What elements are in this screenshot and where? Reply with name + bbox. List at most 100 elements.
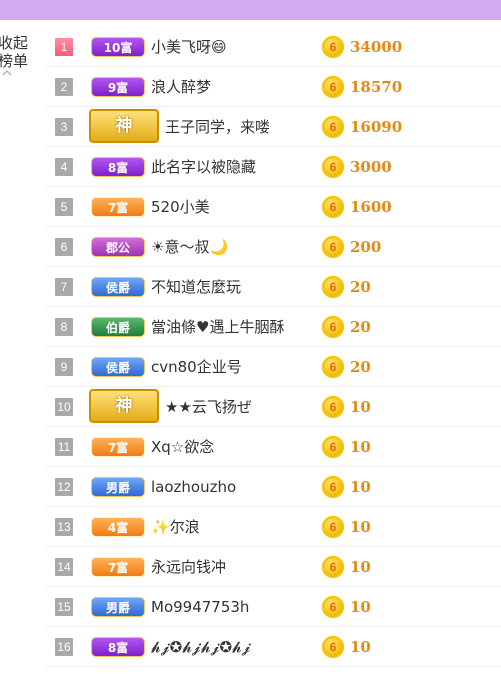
coin-amount: 10	[350, 398, 371, 416]
level-badge: 4富	[91, 517, 145, 537]
coin-amount: 10	[350, 598, 371, 616]
rank-number: 14	[55, 558, 73, 576]
ranking-row[interactable]: 6 郡公 ☀意～叔🌙 6 200	[45, 227, 501, 267]
ranking-row[interactable]: 8 伯爵 當油條♥遇上牛胭酥 6 20	[45, 307, 501, 347]
user-name[interactable]: Xq☆欲念	[151, 437, 214, 457]
coin-amount: 10	[350, 558, 371, 576]
ranking-row[interactable]: 15 男爵 Mo9947753h 6 10	[45, 587, 501, 627]
rank-number: 1	[55, 38, 73, 56]
rank-number: 8	[55, 318, 73, 336]
gold-coin-icon: 6	[322, 156, 344, 178]
gold-coin-icon: 6	[322, 236, 344, 258]
user-name[interactable]: ✨尔浪	[151, 517, 200, 537]
level-badge: 8富	[91, 637, 145, 657]
gold-coin-icon: 6	[322, 636, 344, 658]
collapse-label-line2: 榜单	[0, 52, 29, 70]
rank-number: 16	[55, 638, 73, 656]
ranking-row[interactable]: 14 7富 永远向钱冲 6 10	[45, 547, 501, 587]
coin-amount: 20	[350, 318, 371, 336]
user-name[interactable]: 永远向钱冲	[151, 557, 226, 577]
ranking-row[interactable]: 10 神 ★★云飞扬ぜ 6 10	[45, 387, 501, 427]
gold-coin-icon: 6	[322, 516, 344, 538]
level-badge: 侯爵	[91, 277, 145, 297]
coin-amount: 10	[350, 478, 371, 496]
ranking-row[interactable]: 13 4富 ✨尔浪 6 10	[45, 507, 501, 547]
user-name[interactable]: 當油條♥遇上牛胭酥	[151, 317, 284, 337]
gold-coin-icon: 6	[322, 356, 344, 378]
ranking-row[interactable]: 7 侯爵 不知道怎麼玩 6 20	[45, 267, 501, 307]
coin-amount: 3000	[350, 158, 392, 176]
coin-amount: 200	[350, 238, 382, 256]
level-badge: 7富	[91, 557, 145, 577]
rank-number: 15	[55, 598, 73, 616]
level-badge: 郡公	[91, 237, 145, 257]
coin-amount: 1600	[350, 198, 392, 216]
level-badge: 神	[89, 109, 159, 143]
rank-number: 2	[55, 78, 73, 96]
top-accent-bar	[0, 0, 501, 20]
gold-coin-icon: 6	[322, 556, 344, 578]
level-badge: 男爵	[91, 477, 145, 497]
rank-number: 13	[55, 518, 73, 536]
user-name[interactable]: cvn80企业号	[151, 357, 242, 377]
gold-coin-icon: 6	[322, 596, 344, 618]
user-name[interactable]: 𝓱𝓳✪𝓱𝓳𝓱𝓳✪𝓱𝓳	[151, 637, 251, 657]
rank-number: 5	[55, 198, 73, 216]
level-badge: 9富	[91, 77, 145, 97]
user-name[interactable]: 王子同学，来喽	[165, 117, 270, 137]
rank-number: 3	[55, 118, 73, 136]
coin-amount: 20	[350, 358, 371, 376]
user-name[interactable]: ★★云飞扬ぜ	[165, 397, 252, 417]
collapse-ranking-toggle[interactable]: 收起 榜单	[0, 34, 30, 78]
user-name[interactable]: 浪人醉梦	[151, 77, 211, 97]
gold-coin-icon: 6	[322, 396, 344, 418]
gold-coin-icon: 6	[322, 76, 344, 98]
ranking-row[interactable]: 5 7富 520小美 6 1600	[45, 187, 501, 227]
gold-coin-icon: 6	[322, 316, 344, 338]
coin-amount: 10	[350, 638, 371, 656]
ranking-row[interactable]: 16 8富 𝓱𝓳✪𝓱𝓳𝓱𝓳✪𝓱𝓳 6 10	[45, 627, 501, 667]
coin-amount: 10	[350, 438, 371, 456]
ranking-row[interactable]: 9 侯爵 cvn80企业号 6 20	[45, 347, 501, 387]
gold-coin-icon: 6	[322, 36, 344, 58]
coin-amount: 34000	[350, 38, 403, 56]
ranking-row[interactable]: 2 9富 浪人醉梦 6 18570	[45, 67, 501, 107]
rank-number: 7	[55, 278, 73, 296]
ranking-row[interactable]: 3 神王子同学，来喽 6 16090	[45, 107, 501, 147]
user-name[interactable]: Mo9947753h	[151, 597, 249, 617]
level-badge: 7富	[91, 197, 145, 217]
user-name[interactable]: 此名字以被隐藏	[151, 157, 256, 177]
level-badge: 10富	[91, 37, 145, 57]
level-badge: 男爵	[91, 597, 145, 617]
rank-number: 4	[55, 158, 73, 176]
ranking-row[interactable]: 11 7富 Xq☆欲念 6 10	[45, 427, 501, 467]
ranking-row[interactable]: 1 10富 小美飞呀😄 6 34000	[45, 27, 501, 67]
rank-number: 10	[55, 398, 73, 416]
coin-amount: 18570	[350, 78, 403, 96]
rank-number: 12	[55, 478, 73, 496]
coin-amount: 20	[350, 278, 371, 296]
coin-amount: 16090	[350, 118, 403, 136]
user-name[interactable]: 520小美	[151, 197, 210, 217]
ranking-row[interactable]: 12 男爵 laozhouzho 6 10	[45, 467, 501, 507]
user-name[interactable]: ☀意～叔🌙	[151, 237, 228, 257]
ranking-row[interactable]: 4 8富 此名字以被隐藏 6 3000	[45, 147, 501, 187]
gold-coin-icon: 6	[322, 276, 344, 298]
user-name[interactable]: 不知道怎麼玩	[151, 277, 241, 297]
rank-number: 9	[55, 358, 73, 376]
gold-coin-icon: 6	[322, 436, 344, 458]
user-name[interactable]: laozhouzho	[151, 477, 236, 497]
user-name[interactable]: 小美飞呀😄	[151, 37, 227, 57]
rank-number: 6	[55, 238, 73, 256]
ranking-list: 1 10富 小美飞呀😄 6 34000 2 9富 浪人醉梦 6 18570 3 神王子同学，来喽 6 16…	[45, 27, 501, 667]
gold-coin-icon: 6	[322, 196, 344, 218]
collapse-label-line1: 收起	[0, 34, 29, 52]
level-badge: 7富	[91, 437, 145, 457]
coin-amount: 10	[350, 518, 371, 536]
level-badge: 8富	[91, 157, 145, 177]
gold-coin-icon: 6	[322, 116, 344, 138]
level-badge: 侯爵	[91, 357, 145, 377]
level-badge: 神	[89, 389, 159, 423]
rank-number: 11	[55, 438, 73, 456]
gold-coin-icon: 6	[322, 476, 344, 498]
